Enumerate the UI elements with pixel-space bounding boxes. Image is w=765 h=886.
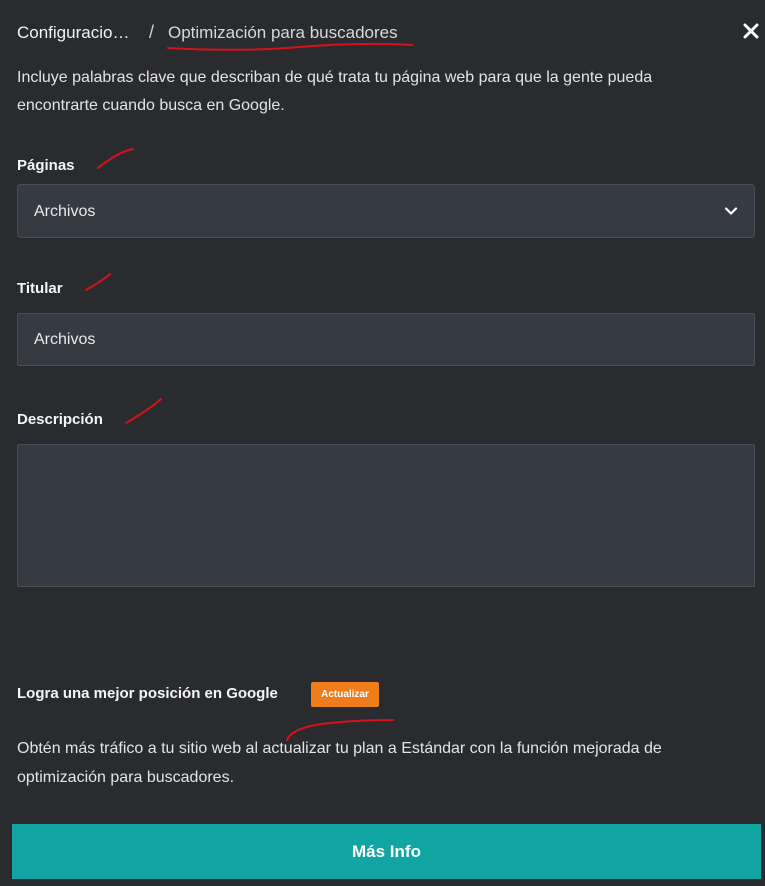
description-label: Descripción [17,411,103,428]
promo-title: Logra una mejor posición en Google [17,685,278,702]
description-textarea[interactable] [17,444,755,587]
pages-select-value: Archivos [34,203,96,220]
panel-header: Configuracio… / Optimización para buscad… [0,0,765,62]
breadcrumb-current: Optimización para buscadores [168,23,398,42]
more-info-button[interactable]: Más Info [12,824,761,879]
chevron-down-icon [724,207,738,215]
intro-text: Incluye palabras clave que describan de … [17,69,653,114]
promo-text: Obtén más tráfico a tu sitio web al actu… [17,740,662,786]
annotation-stroke [85,273,111,291]
pages-label: Páginas [17,157,75,174]
pages-select[interactable]: Archivos [17,184,755,238]
title-input[interactable] [17,313,755,366]
annotation-stroke [125,398,162,424]
annotation-stroke [97,148,134,169]
breadcrumb-separator: / [149,22,155,42]
close-icon [743,23,759,39]
title-label: Titular [17,280,63,297]
breadcrumb-parent[interactable]: Configuracio… [17,23,129,43]
close-button[interactable] [738,18,764,44]
upgrade-badge[interactable]: Actualizar [311,682,379,707]
